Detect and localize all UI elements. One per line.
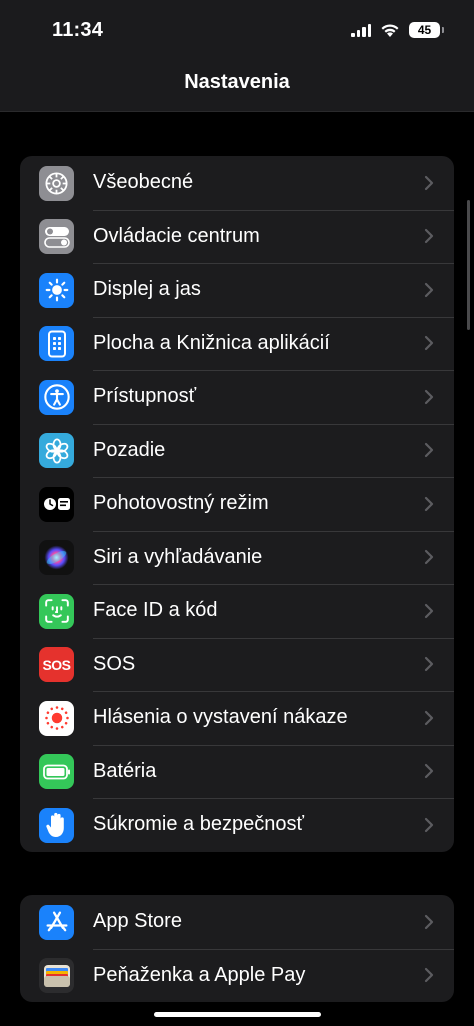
settings-row-siri[interactable]: Siri a vyhľadávanie [20, 530, 454, 585]
battery-icon: 45 [409, 22, 444, 38]
settings-row-toggles[interactable]: Ovládacie centrum [20, 209, 454, 264]
settings-group-main: Všeobecné Ovládacie centrum Displej a jas P… [20, 156, 454, 852]
settings-row-label: Súkromie a bezpečnosť [93, 813, 304, 836]
settings-row-label: Všeobecné [93, 171, 194, 194]
settings-row-standby[interactable]: Pohotovostný režim [20, 477, 454, 531]
chevron-right-icon [424, 550, 434, 565]
settings-row-accessibility[interactable]: Prístupnosť [20, 370, 454, 424]
settings-row-label: Siri a vyhľadávanie [93, 545, 263, 568]
row-separator [93, 423, 454, 425]
row-separator [93, 948, 454, 950]
siri-icon [39, 540, 74, 576]
settings-row-label: Plocha a Knižnica aplikácií [93, 331, 330, 354]
row-separator [93, 691, 454, 692]
settings-row-label: App Store [93, 910, 182, 933]
chevron-right-icon [424, 496, 434, 511]
chevron-right-icon [424, 389, 434, 404]
settings-row-exposure[interactable]: Hlásenia o vystavení nákaze [20, 691, 454, 745]
settings-group-store: App Store Peňaženka a Apple Pay [20, 895, 454, 1002]
status-icons: 45 [351, 22, 444, 38]
app-store-icon [39, 904, 74, 940]
row-separator [93, 209, 454, 211]
chevron-right-icon [424, 657, 434, 672]
settings-row-battery[interactable]: Batéria [20, 744, 454, 799]
settings-row-label: Pohotovostný režim [93, 492, 269, 515]
settings-row-label: Ovládacie centrum [93, 224, 260, 247]
row-separator [93, 744, 454, 746]
sun-icon [39, 272, 74, 308]
sos-icon-text: SOS [42, 656, 71, 673]
toggles-icon [39, 219, 74, 255]
row-separator [93, 263, 454, 264]
chevron-right-icon [424, 175, 434, 190]
scroll-indicator[interactable] [467, 200, 470, 330]
header: 11:34 45 Nastavenia [0, 0, 474, 112]
cellular-signal-icon [351, 23, 371, 37]
settings-row-label: Batéria [93, 759, 157, 782]
settings-row-sos[interactable]: SOS SOS [20, 637, 454, 692]
settings-row-label: Hlásenia o vystavení nákaze [93, 706, 348, 729]
wallet-icon [39, 958, 74, 994]
row-separator [93, 370, 454, 371]
row-separator [93, 477, 454, 478]
settings-row-gear[interactable]: Všeobecné [20, 156, 454, 210]
settings-row-hand[interactable]: Súkromie a bezpečnosť [20, 798, 454, 852]
settings-row-face-id[interactable]: Face ID a kód [20, 584, 454, 638]
settings-row-sun[interactable]: Displej a jas [20, 263, 454, 317]
page-title: Nastavenia [184, 71, 290, 93]
accessibility-icon [39, 379, 74, 415]
exposure-icon [39, 700, 74, 736]
settings-row-label: Face ID a kód [93, 599, 218, 622]
settings-row-label: Displej a jas [93, 278, 201, 301]
chevron-right-icon [424, 968, 434, 983]
settings-row-app-store[interactable]: App Store [20, 895, 454, 949]
chevron-right-icon [424, 282, 434, 297]
row-separator [93, 316, 454, 318]
chevron-right-icon [424, 710, 434, 725]
chevron-right-icon [424, 229, 434, 244]
settings-row-home-screen[interactable]: Plocha a Knižnica aplikácií [20, 316, 454, 371]
chevron-right-icon [424, 443, 434, 458]
settings-row-wallet[interactable]: Peňaženka a Apple Pay [20, 948, 454, 1003]
hand-icon [39, 807, 74, 843]
chevron-right-icon [424, 764, 434, 779]
chevron-right-icon [424, 914, 434, 929]
home-screen-icon [39, 326, 74, 362]
status-time: 11:34 [52, 19, 104, 41]
settings-row-label: Peňaženka a Apple Pay [93, 963, 306, 986]
home-indicator[interactable] [154, 1012, 321, 1017]
settings-row-label: Prístupnosť [93, 385, 197, 408]
chevron-right-icon [424, 817, 434, 832]
row-separator [93, 637, 454, 639]
settings-row-label: Pozadie [93, 438, 166, 461]
flower-icon [39, 433, 74, 469]
chevron-right-icon [424, 603, 434, 618]
gear-icon [39, 165, 74, 201]
standby-icon [39, 486, 74, 522]
row-separator [93, 584, 454, 585]
battery-icon [39, 754, 74, 790]
chevron-right-icon [424, 336, 434, 351]
row-separator [93, 530, 454, 532]
face-id-icon [39, 593, 74, 629]
sos-icon: SOS [39, 647, 74, 683]
wifi-icon [381, 23, 399, 37]
settings-row-label: SOS [93, 652, 136, 675]
settings-row-flower[interactable]: Pozadie [20, 423, 454, 478]
row-separator [93, 798, 454, 799]
